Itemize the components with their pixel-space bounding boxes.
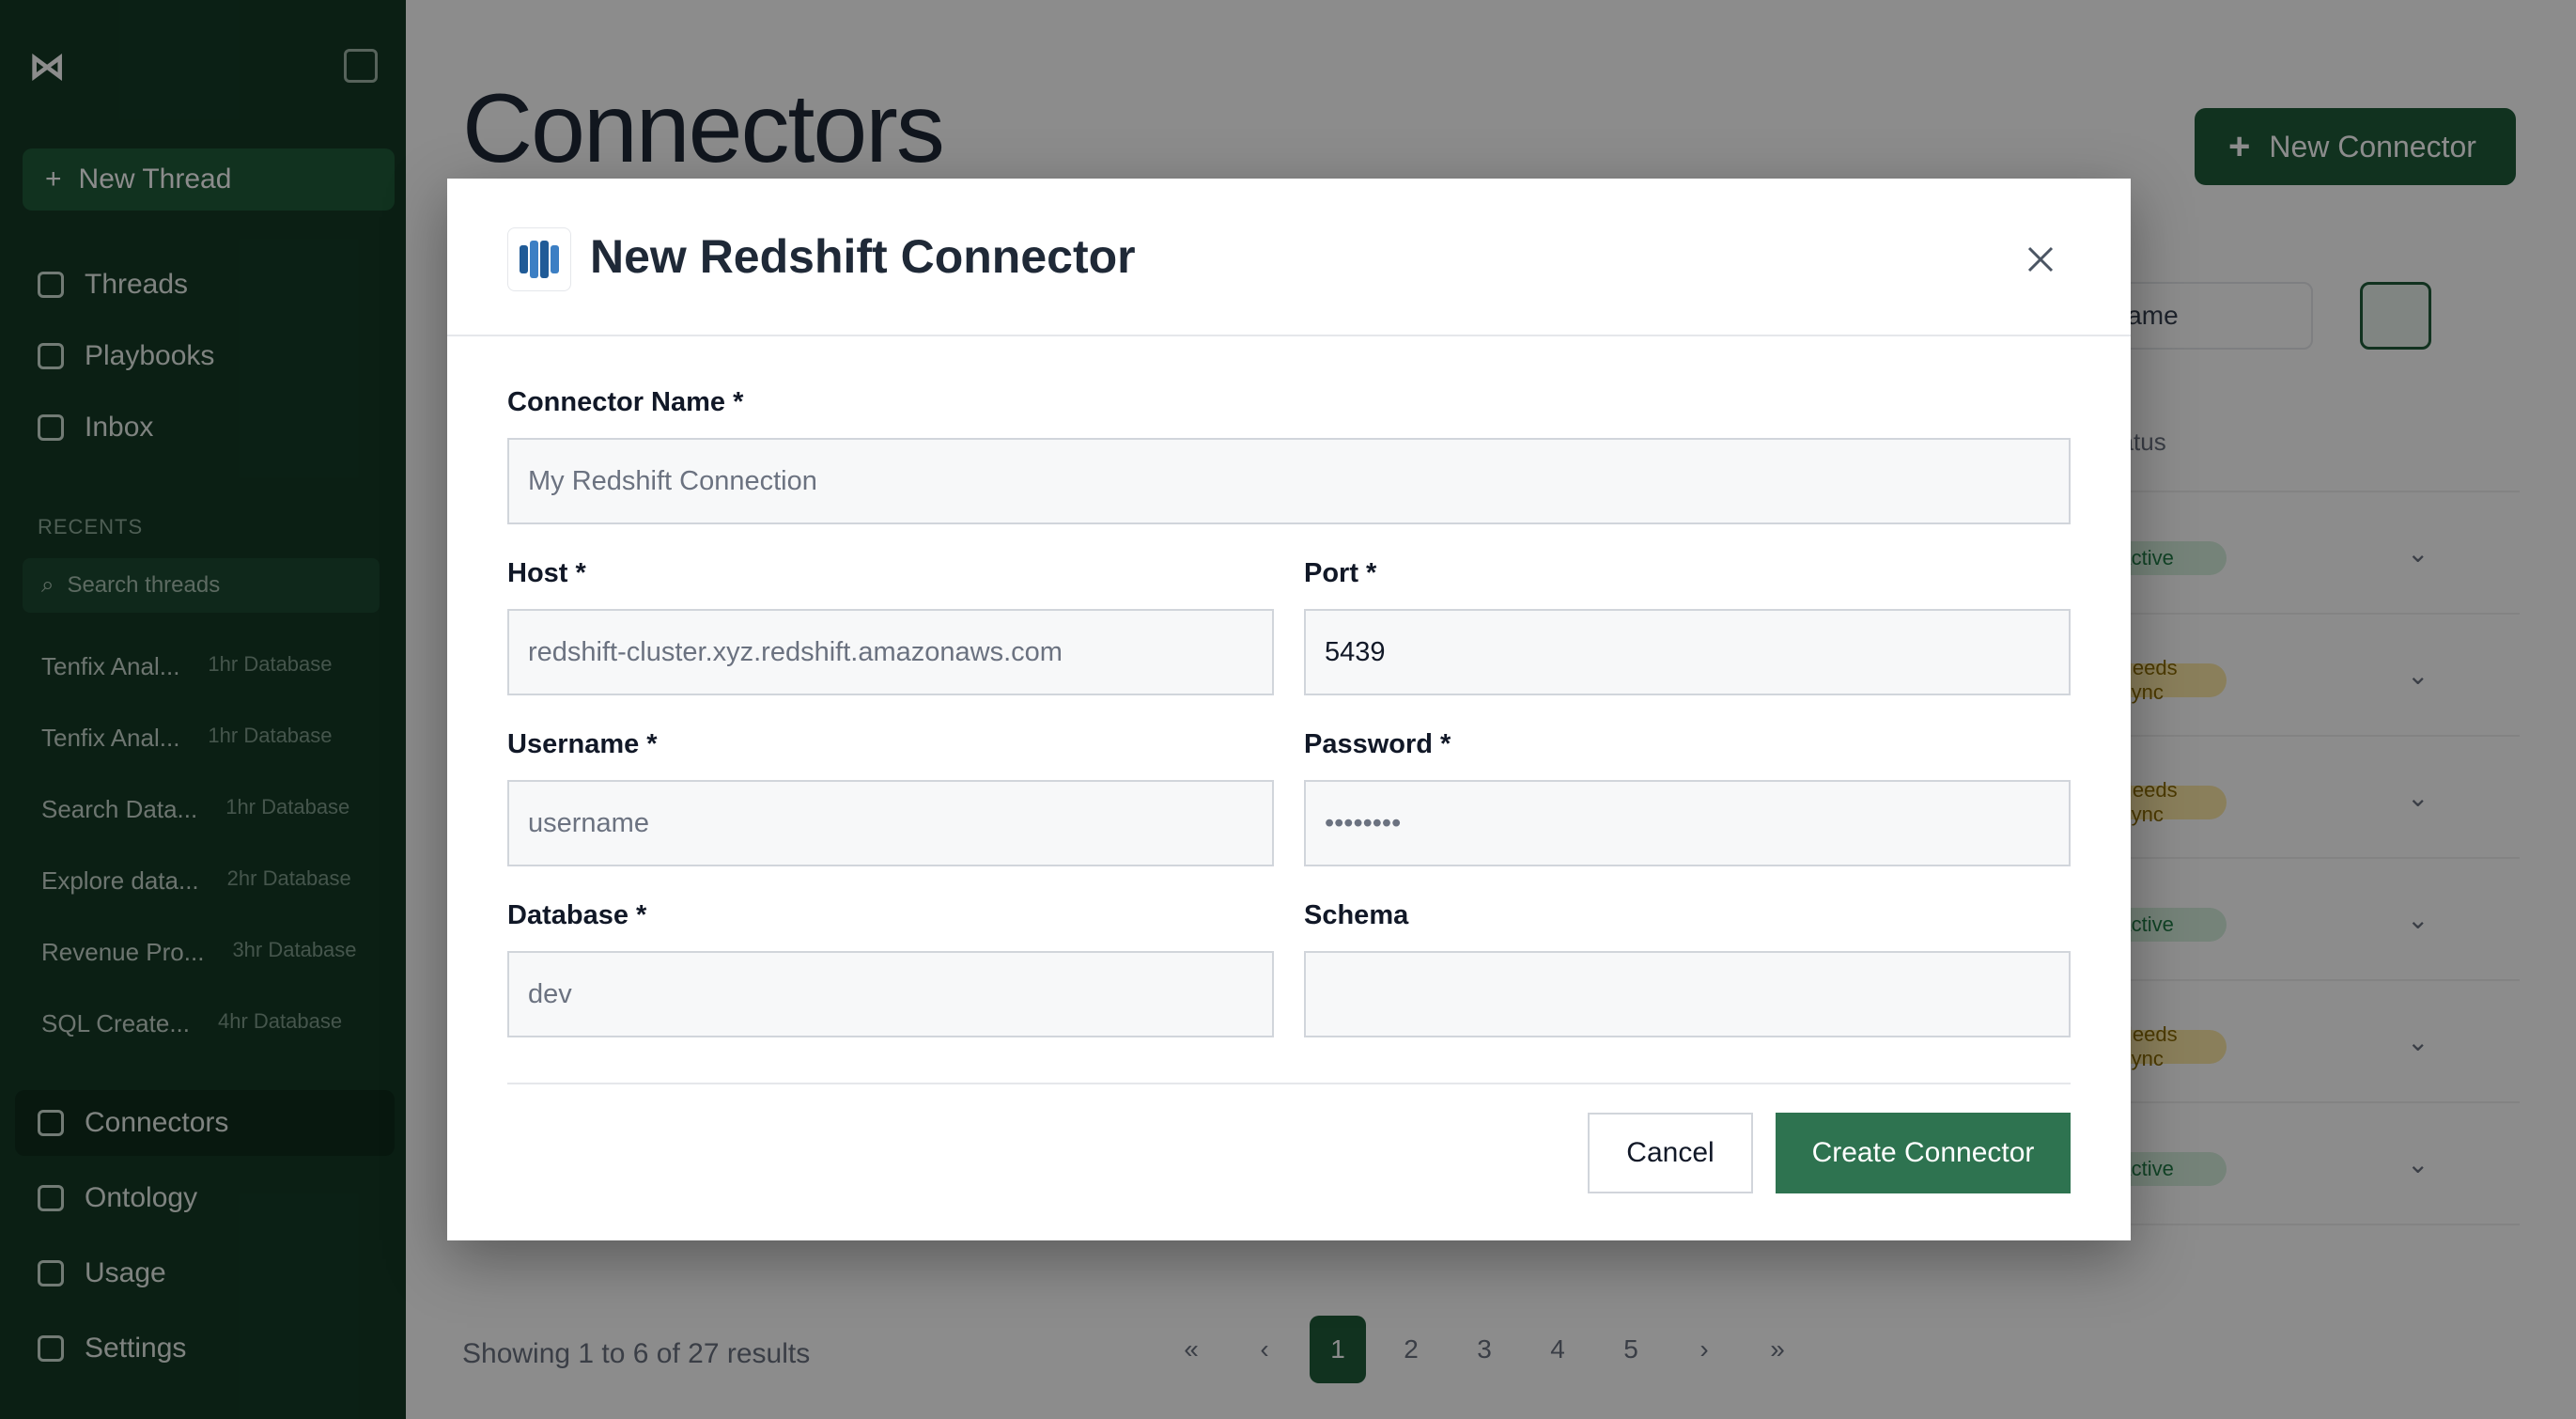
database-label: Database * (507, 900, 647, 930)
port-input[interactable] (1304, 609, 2071, 695)
host-input[interactable] (507, 609, 1274, 695)
host-label: Host * (507, 558, 586, 588)
modal-footer-divider (507, 1083, 2071, 1084)
connector-name-label: Connector Name * (507, 387, 744, 417)
username-label: Username * (507, 729, 658, 759)
password-label: Password * (1304, 729, 1451, 759)
connector-name-input[interactable] (507, 438, 2071, 524)
redshift-icon (507, 227, 571, 291)
schema-input[interactable] (1304, 951, 2071, 1037)
close-icon[interactable] (2022, 241, 2059, 278)
username-input[interactable] (507, 780, 1274, 866)
modal-header: New Redshift Connector (447, 179, 2131, 336)
cancel-button[interactable]: Cancel (1588, 1113, 1753, 1193)
redshift-logo-icon (520, 241, 559, 278)
database-input[interactable] (507, 951, 1274, 1037)
schema-label: Schema (1304, 900, 1409, 930)
new-connector-modal: New Redshift Connector Connector Name * … (447, 179, 2131, 1240)
password-input[interactable] (1304, 780, 2071, 866)
close-x-icon (2027, 246, 2054, 273)
port-label: Port * (1304, 558, 1377, 588)
create-connector-button[interactable]: Create Connector (1776, 1113, 2071, 1193)
modal-title: New Redshift Connector (590, 230, 1136, 283)
